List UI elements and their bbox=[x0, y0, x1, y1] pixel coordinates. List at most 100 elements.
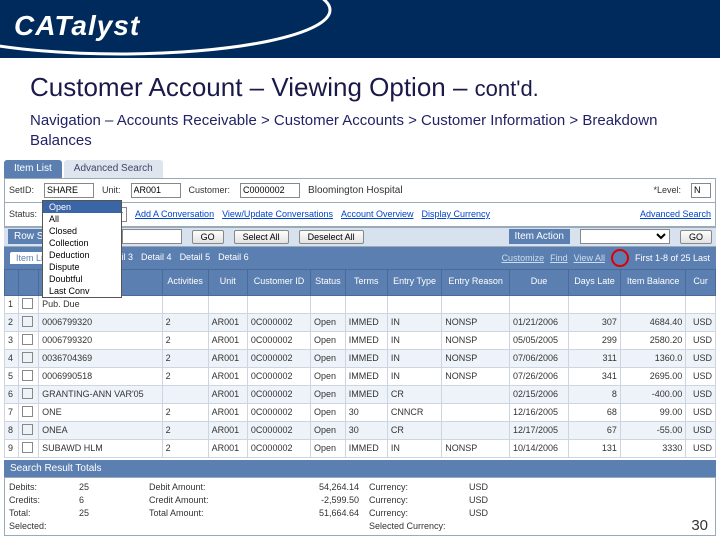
status-option[interactable]: Deduction bbox=[43, 249, 121, 261]
select-all-button[interactable]: Select All bbox=[234, 230, 289, 244]
cell: 2 bbox=[162, 403, 208, 421]
advanced-search-link[interactable]: Advanced Search bbox=[640, 209, 711, 219]
cell: IN bbox=[387, 439, 441, 457]
col-header[interactable]: Entry Reason bbox=[442, 269, 510, 295]
credit-amt-label: Credit Amount: bbox=[149, 495, 239, 505]
cell: -55.00 bbox=[620, 421, 685, 439]
col-header[interactable]: Item Balance bbox=[620, 269, 685, 295]
col-header[interactable]: Cur bbox=[686, 269, 716, 295]
customer-input[interactable] bbox=[240, 183, 300, 198]
cell[interactable] bbox=[18, 439, 38, 457]
row-checkbox[interactable] bbox=[22, 316, 33, 327]
cell[interactable] bbox=[18, 295, 38, 313]
cell[interactable] bbox=[18, 313, 38, 331]
tab-detail6[interactable]: Detail 6 bbox=[218, 252, 249, 264]
status-option[interactable]: Collection bbox=[43, 237, 121, 249]
cell[interactable] bbox=[18, 421, 38, 439]
cell bbox=[569, 295, 621, 313]
col-header[interactable]: Activities bbox=[162, 269, 208, 295]
go-button[interactable]: GO bbox=[192, 230, 224, 244]
deselect-all-button[interactable]: Deselect All bbox=[299, 230, 364, 244]
view-all-link[interactable]: View All bbox=[574, 253, 605, 263]
tab-item-list[interactable]: Item List bbox=[4, 160, 62, 178]
cell: 2 bbox=[162, 439, 208, 457]
status-option[interactable]: Doubtful bbox=[43, 273, 121, 285]
item-action-go-button[interactable]: GO bbox=[680, 230, 712, 244]
col-header[interactable]: Terms bbox=[345, 269, 387, 295]
cell[interactable] bbox=[18, 385, 38, 403]
col-header[interactable]: Customer ID bbox=[247, 269, 310, 295]
cell: USD bbox=[686, 421, 716, 439]
cell: 0C000002 bbox=[247, 367, 310, 385]
total-amt-value: 51,664.64 bbox=[249, 508, 359, 518]
row-checkbox[interactable] bbox=[22, 388, 33, 399]
cell: AR001 bbox=[208, 313, 247, 331]
table-row: 500069905182AR0010C000002OpenIMMEDINNONS… bbox=[5, 367, 716, 385]
cell: IMMED bbox=[345, 385, 387, 403]
item-action-select[interactable] bbox=[580, 229, 670, 244]
cell[interactable] bbox=[18, 331, 38, 349]
cell: 07/26/2006 bbox=[509, 367, 568, 385]
tab-detail5[interactable]: Detail 5 bbox=[180, 252, 211, 264]
cell: 02/15/2006 bbox=[509, 385, 568, 403]
level-input[interactable] bbox=[691, 183, 711, 198]
row-checkbox[interactable] bbox=[22, 424, 33, 435]
pager-text[interactable]: First 1-8 of 25 Last bbox=[635, 253, 710, 263]
status-dropdown-open[interactable]: Open All Closed Collection Deduction Dis… bbox=[42, 200, 122, 298]
cell: USD bbox=[686, 367, 716, 385]
tab-advanced-search[interactable]: Advanced Search bbox=[64, 160, 163, 178]
status-option[interactable]: All bbox=[43, 213, 121, 225]
cell[interactable] bbox=[18, 367, 38, 385]
view-conversations-link[interactable]: View/Update Conversations bbox=[222, 209, 333, 219]
status-option[interactable]: Open bbox=[43, 201, 121, 213]
cell: 0C000002 bbox=[247, 439, 310, 457]
cell: Open bbox=[311, 421, 346, 439]
currency-value2: USD bbox=[469, 495, 529, 505]
customize-link[interactable]: Customize bbox=[502, 253, 545, 263]
cell: 0006799320 bbox=[39, 331, 162, 349]
unit-input[interactable] bbox=[131, 183, 181, 198]
range-input[interactable] bbox=[122, 229, 182, 244]
col-header[interactable]: Due bbox=[509, 269, 568, 295]
cell: NONSP bbox=[442, 367, 510, 385]
cell: USD bbox=[686, 313, 716, 331]
account-overview-link[interactable]: Account Overview bbox=[341, 209, 414, 219]
cell bbox=[442, 385, 510, 403]
row-checkbox[interactable] bbox=[22, 370, 33, 381]
status-option[interactable]: Last Conv bbox=[43, 285, 121, 297]
cell: 67 bbox=[569, 421, 621, 439]
table-row: 7ONE2AR0010C000002Open30CNNCR12/16/20056… bbox=[5, 403, 716, 421]
cell: 30 bbox=[345, 403, 387, 421]
find-link[interactable]: Find bbox=[550, 253, 568, 263]
cell[interactable] bbox=[18, 349, 38, 367]
cell: Open bbox=[311, 439, 346, 457]
col-header[interactable]: Days Late bbox=[569, 269, 621, 295]
cell[interactable] bbox=[18, 403, 38, 421]
cell: 12/16/2005 bbox=[509, 403, 568, 421]
col-header[interactable]: Entry Type bbox=[387, 269, 441, 295]
row-checkbox[interactable] bbox=[22, 298, 33, 309]
cell: 1360.0 bbox=[620, 349, 685, 367]
add-conversation-link[interactable]: Add A Conversation bbox=[135, 209, 214, 219]
tab-detail4[interactable]: Detail 4 bbox=[141, 252, 172, 264]
setid-input[interactable] bbox=[44, 183, 94, 198]
row-checkbox[interactable] bbox=[22, 352, 33, 363]
cell: CNNCR bbox=[387, 403, 441, 421]
col-header[interactable]: Status bbox=[311, 269, 346, 295]
status-option[interactable]: Closed bbox=[43, 225, 121, 237]
total-label: Total: bbox=[9, 508, 69, 518]
cell bbox=[442, 403, 510, 421]
display-currency-link[interactable]: Display Currency bbox=[422, 209, 491, 219]
cell: USD bbox=[686, 403, 716, 421]
col-header[interactable]: Unit bbox=[208, 269, 247, 295]
table-row: 6GRANTING-ANN VAR'05AR0010C000002OpenIMM… bbox=[5, 385, 716, 403]
col-header[interactable] bbox=[18, 269, 38, 295]
cell bbox=[686, 295, 716, 313]
credit-amt-value: -2,599.50 bbox=[249, 495, 359, 505]
status-option[interactable]: Dispute bbox=[43, 261, 121, 273]
row-checkbox[interactable] bbox=[22, 442, 33, 453]
cell: 0C000002 bbox=[247, 385, 310, 403]
col-header[interactable] bbox=[5, 269, 19, 295]
row-checkbox[interactable] bbox=[22, 334, 33, 345]
row-checkbox[interactable] bbox=[22, 406, 33, 417]
